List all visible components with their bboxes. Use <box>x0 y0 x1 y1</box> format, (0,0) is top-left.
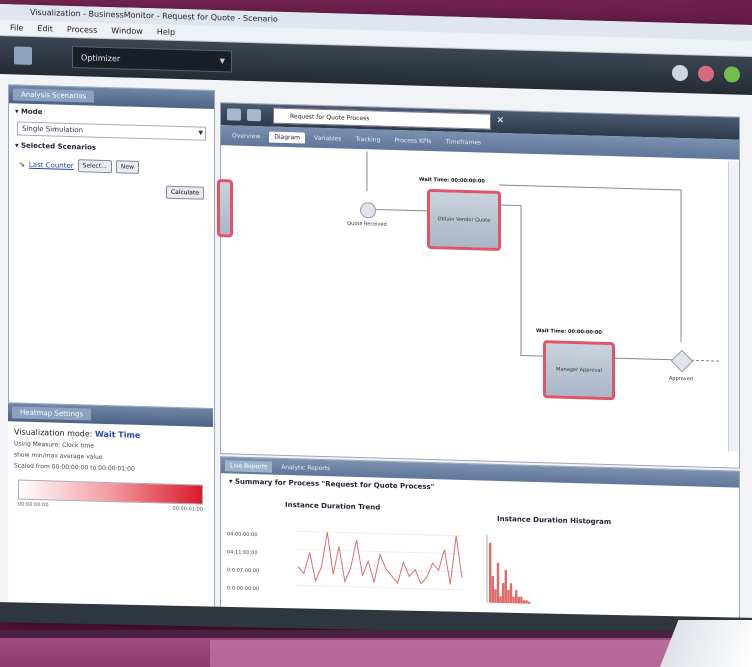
tab-diagram[interactable]: Diagram <box>269 131 306 144</box>
select-button[interactable]: Select... <box>77 159 112 174</box>
range-max: 00:00:01:00 <box>172 505 203 513</box>
menu-edit[interactable]: Edit <box>37 21 53 36</box>
chevron-down-icon: ▼ <box>198 129 203 137</box>
menu-file[interactable]: File <box>10 20 23 35</box>
heatmap-settings-panel: Heatmap Settings Visualization mode: Wai… <box>8 402 213 611</box>
calculate-button[interactable]: Calculate <box>165 185 204 200</box>
task-manager-approval[interactable]: Manager Approval <box>543 340 615 401</box>
gridline <box>295 548 465 555</box>
tab-process-kpis[interactable]: Process KPIs <box>389 134 436 146</box>
histogram-bar <box>512 596 515 604</box>
back-icon[interactable] <box>227 108 241 121</box>
chevron-down-icon: ▼ <box>219 57 225 66</box>
trend-tick: 0:0:00:00:00 <box>227 585 260 593</box>
histogram-bar <box>499 596 502 604</box>
tab-analytic-reports[interactable]: Analytic Reports <box>276 461 335 474</box>
heatmap-gradient <box>18 479 203 505</box>
app-window: Visualization - BusinessMonitor - Reques… <box>0 4 752 638</box>
range-min: 00:00:00:00 <box>18 501 49 509</box>
process-editor: Request for Quote Process ✕ Overview Diag… <box>217 102 740 469</box>
reports-panel: Live Reports Analytic Reports ▾ Summary … <box>220 456 740 629</box>
help-icon[interactable] <box>724 66 740 83</box>
document-select[interactable]: Request for Quote Process ✕ <box>273 107 504 130</box>
tab-timeframes[interactable]: Timeframes <box>441 136 487 148</box>
tab-tracking[interactable]: Tracking <box>350 133 385 145</box>
forward-icon[interactable] <box>247 108 261 122</box>
histogram-bar <box>522 600 526 604</box>
vertical-scrollbar[interactable] <box>728 161 739 452</box>
background-window <box>0 630 752 667</box>
tab-live-reports[interactable]: Live Reports <box>225 459 273 473</box>
new-button[interactable]: New <box>115 160 139 174</box>
histogram-bar <box>507 589 510 604</box>
trend-tick: 04:00:00:00 <box>227 531 258 539</box>
start-event[interactable] <box>360 202 376 219</box>
menu-window[interactable]: Window <box>111 23 143 39</box>
histogram-chart <box>486 534 531 604</box>
histogram-bar <box>496 562 500 603</box>
perspective-label: Optimizer <box>81 52 121 63</box>
trend-tick: 0:0:07:00:00 <box>227 567 260 575</box>
menu-help[interactable]: Help <box>157 24 175 40</box>
tab-analysis-scenarios[interactable]: Analysis Scenarios <box>13 88 95 103</box>
trend-tick: 04:11:00:00 <box>227 549 258 557</box>
histogram-bar <box>515 590 518 604</box>
task-obtain-quote[interactable]: Obtain Vendor Quote <box>427 188 501 251</box>
histogram-chart-title: Instance Duration Histogram <box>497 514 612 527</box>
close-icon[interactable]: ✕ <box>496 116 504 126</box>
scenario-icon: ⇘ <box>19 160 25 169</box>
trend-chart <box>295 530 465 591</box>
tab-heatmap-settings[interactable]: Heatmap Settings <box>12 406 92 421</box>
gridline <box>295 530 465 537</box>
trend-series-line <box>297 532 463 585</box>
histogram-bar <box>509 583 513 604</box>
menu-process[interactable]: Process <box>67 22 97 38</box>
tab-variables[interactable]: Variables <box>309 132 346 144</box>
histogram-bar <box>491 576 495 603</box>
gridline <box>295 584 465 591</box>
histogram-bar <box>528 601 531 604</box>
scenario-link[interactable]: Last Counter <box>29 160 74 169</box>
tab-overview[interactable]: Overview <box>227 130 265 142</box>
histogram-bar <box>525 600 528 604</box>
record-icon[interactable] <box>698 65 714 82</box>
trend-chart-title: Instance Duration Trend <box>285 500 381 512</box>
gateway-label: Approved <box>669 375 693 383</box>
diagram-canvas[interactable]: Quote Received Wait Time: 00:00:00:00 Ob… <box>217 147 727 451</box>
histogram-bar <box>494 589 497 603</box>
offscreen-task[interactable] <box>217 179 233 238</box>
visualization-mode-value[interactable]: Wait Time <box>95 430 140 440</box>
histogram-bar <box>517 596 520 604</box>
perspective-select[interactable]: Optimizer ▼ <box>72 46 232 73</box>
grid-icon[interactable] <box>14 46 32 65</box>
histogram-bar <box>504 569 508 604</box>
histogram-bar <box>489 542 492 603</box>
camera-icon[interactable] <box>672 64 688 82</box>
histogram-bar <box>502 583 505 604</box>
histogram-bar <box>520 596 523 604</box>
